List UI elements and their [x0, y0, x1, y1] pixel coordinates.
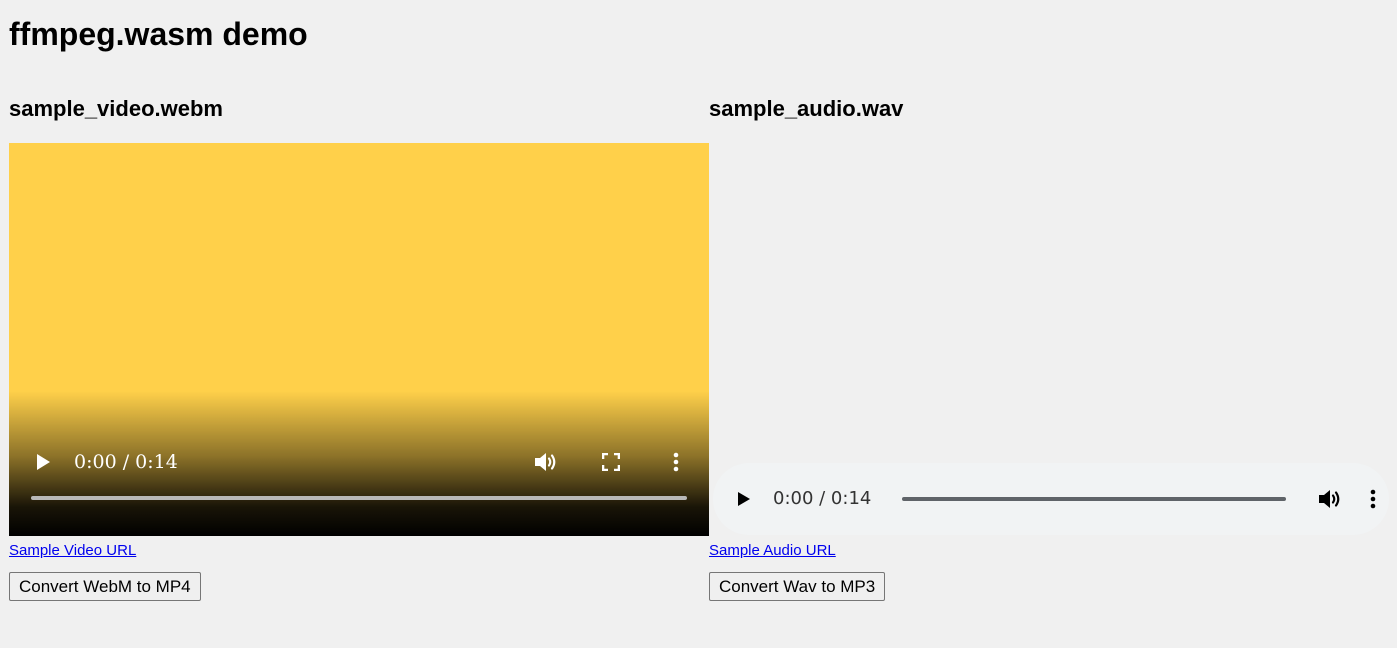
video-file-heading: sample_video.webm [9, 96, 223, 121]
video-player[interactable]: 0:00 / 0:14 [9, 143, 709, 536]
video-controls: 0:00 / 0:14 [9, 436, 709, 536]
sample-video-link[interactable]: Sample Video URL [9, 542, 136, 560]
page-title: ffmpeg.wasm demo [9, 16, 308, 52]
video-progress-bar[interactable] [31, 496, 687, 500]
audio-file-heading: sample_audio.wav [709, 96, 904, 121]
volume-icon[interactable] [533, 450, 559, 474]
audio-time-display: 0:00 / 0:14 [773, 488, 872, 509]
play-icon[interactable] [31, 450, 55, 474]
sample-audio-link[interactable]: Sample Audio URL [709, 542, 836, 560]
fullscreen-icon[interactable] [599, 450, 623, 474]
volume-icon[interactable] [1317, 487, 1343, 511]
convert-webm-button[interactable]: Convert WebM to MP4 [9, 572, 201, 601]
more-options-icon[interactable] [1363, 487, 1383, 511]
play-icon[interactable] [733, 487, 755, 511]
more-options-icon[interactable] [665, 450, 687, 474]
video-time-display: 0:00 / 0:14 [74, 451, 178, 473]
convert-wav-button[interactable]: Convert Wav to MP3 [709, 572, 886, 601]
audio-progress-bar[interactable] [902, 497, 1286, 501]
audio-player[interactable]: 0:00 / 0:14 [713, 463, 1389, 535]
